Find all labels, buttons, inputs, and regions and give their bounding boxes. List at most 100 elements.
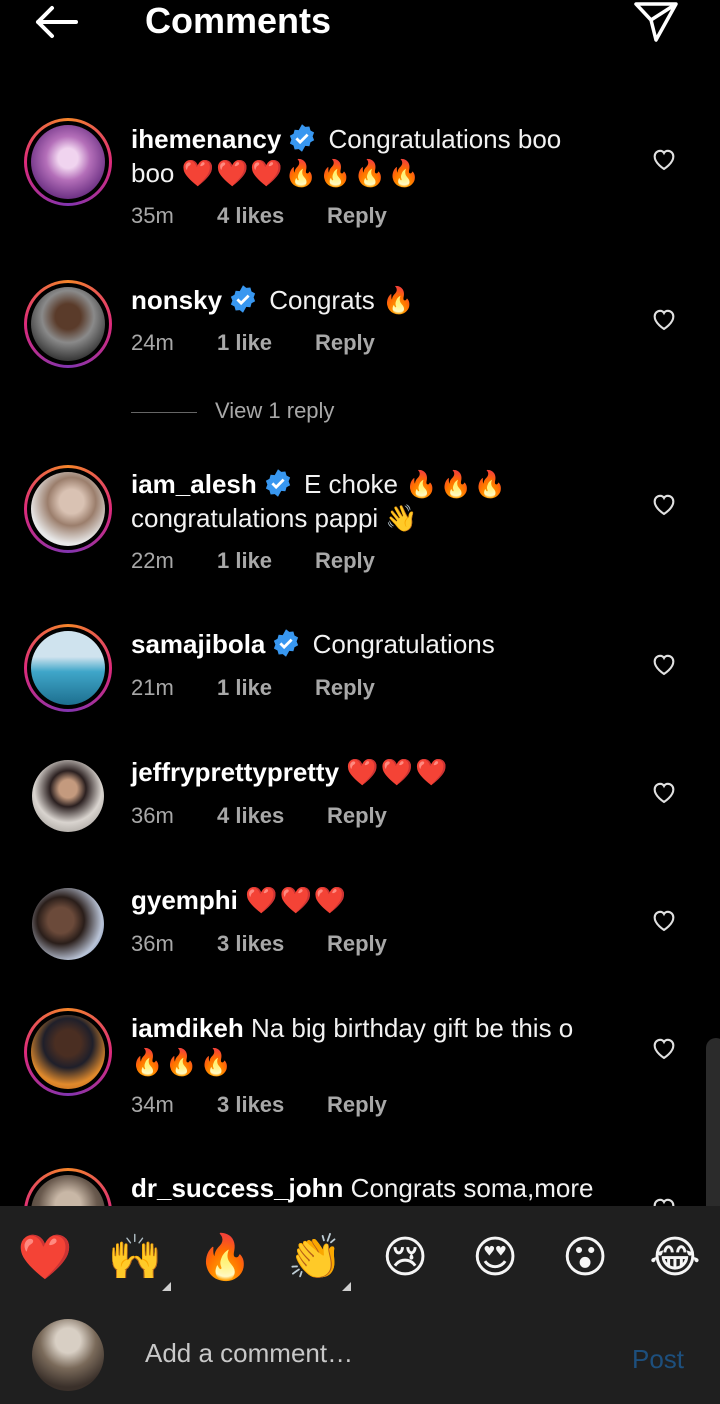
comment-emojis: 🔥 xyxy=(382,285,417,315)
comment-text: samajibola Congratulations xyxy=(131,627,611,661)
comment-meta: 36m 4 likes Reply xyxy=(131,801,387,831)
comment-text: iam_alesh E choke 🔥🔥🔥 congratulations pa… xyxy=(131,467,611,535)
heart-icon[interactable] xyxy=(650,1194,678,1206)
comment-time: 34m xyxy=(131,1092,174,1117)
like-count[interactable]: 4 likes xyxy=(217,801,327,831)
verified-badge-icon xyxy=(265,469,290,497)
verified-badge-icon xyxy=(290,124,315,152)
skin-tone-indicator xyxy=(342,1282,351,1291)
heart-icon[interactable] xyxy=(650,490,678,518)
like-count[interactable]: 3 likes xyxy=(217,929,327,959)
reaction-clapping[interactable]: 👏 xyxy=(285,1228,345,1288)
like-count[interactable]: 1 like xyxy=(217,673,315,703)
verified-badge-icon xyxy=(230,285,256,313)
reply-button[interactable]: Reply xyxy=(327,1090,387,1120)
avatar[interactable] xyxy=(24,624,112,712)
reaction-fire[interactable]: 🔥 xyxy=(195,1228,255,1288)
avatar[interactable] xyxy=(24,1008,112,1096)
comment-message: Congrats xyxy=(269,285,375,315)
comment-input[interactable] xyxy=(145,1338,585,1369)
reaction-raising-hands[interactable]: 🙌 xyxy=(105,1228,165,1288)
view-replies-label: View 1 reply xyxy=(215,398,335,423)
comment-emojis-line2: 👋 xyxy=(385,503,420,533)
avatar[interactable] xyxy=(24,465,112,553)
like-count[interactable]: 3 likes xyxy=(217,1090,327,1120)
heart-icon[interactable] xyxy=(650,650,678,678)
username[interactable]: jeffryprettypretty xyxy=(131,757,339,787)
comments-list: ihemenancy Congratulations boo boo ❤️❤️❤… xyxy=(0,0,720,1206)
avatar[interactable] xyxy=(24,280,112,368)
comment-meta: 35m 4 likes Reply xyxy=(131,201,387,231)
avatar[interactable] xyxy=(24,118,112,206)
reply-button[interactable]: Reply xyxy=(315,673,375,703)
heart-icon[interactable] xyxy=(650,1034,678,1062)
comment-message-line2: congratulations pappi xyxy=(131,503,379,533)
username[interactable]: samajibola xyxy=(131,629,265,659)
reply-button[interactable]: Reply xyxy=(327,801,387,831)
comment-text: nonsky Congrats 🔥 xyxy=(131,283,611,317)
current-user-avatar xyxy=(32,1319,104,1391)
comment-emojis: ❤️❤️❤️ xyxy=(245,885,349,915)
like-count[interactable]: 1 like xyxy=(217,546,315,576)
comment-text: ihemenancy Congratulations boo boo ❤️❤️❤… xyxy=(131,122,611,190)
reaction-crying[interactable]: 😢 xyxy=(375,1228,435,1288)
avatar[interactable] xyxy=(24,1168,112,1206)
post-button[interactable]: Post xyxy=(632,1344,684,1375)
verified-badge-icon xyxy=(274,629,299,657)
reaction-surprised[interactable]: 😮 xyxy=(555,1228,615,1288)
username[interactable]: nonsky xyxy=(131,285,222,315)
comment-meta: 24m 1 like Reply xyxy=(131,328,375,358)
comment-time: 36m xyxy=(131,803,174,828)
comment-text: gyemphi ❤️❤️❤️ xyxy=(131,883,611,917)
comment-emojis: 🔥🔥🔥 xyxy=(131,1047,235,1077)
reply-button[interactable]: Reply xyxy=(315,546,375,576)
comment-emojis: ❤️❤️❤️ xyxy=(346,757,450,787)
reply-button[interactable]: Reply xyxy=(327,929,387,959)
avatar[interactable] xyxy=(32,760,104,832)
reply-button[interactable]: Reply xyxy=(315,328,375,358)
view-replies-button[interactable]: View 1 reply xyxy=(131,398,334,428)
reaction-heart[interactable]: ❤️ xyxy=(15,1228,75,1288)
comment-time: 36m xyxy=(131,931,174,956)
comment-text: jeffryprettypretty ❤️❤️❤️ xyxy=(131,755,611,789)
comment-emojis: ❤️❤️❤️🔥🔥🔥🔥 xyxy=(181,158,423,188)
heart-icon[interactable] xyxy=(650,305,678,333)
comment-time: 35m xyxy=(131,203,174,228)
username[interactable]: ihemenancy xyxy=(131,124,281,154)
comment-meta: 36m 3 likes Reply xyxy=(131,929,387,959)
comment-time: 21m xyxy=(131,675,174,700)
comment-message: Congratulations xyxy=(312,629,495,659)
comment-meta: 22m 1 like Reply xyxy=(131,546,375,576)
heart-icon[interactable] xyxy=(650,906,678,934)
comment-text: dr_success_john Congrats soma,more xyxy=(131,1171,611,1205)
avatar[interactable] xyxy=(32,888,104,960)
comment-time: 24m xyxy=(131,330,174,355)
comment-message: Congrats soma,more xyxy=(350,1173,594,1203)
divider xyxy=(131,411,197,413)
username[interactable]: dr_success_john xyxy=(131,1173,343,1203)
reply-button[interactable]: Reply xyxy=(327,201,387,231)
reaction-laughing[interactable]: 😂 xyxy=(645,1228,705,1288)
reaction-heart-eyes[interactable]: 😍 xyxy=(465,1228,525,1288)
skin-tone-indicator xyxy=(162,1282,171,1291)
like-count[interactable]: 1 like xyxy=(217,328,315,358)
comment-message: Na big birthday gift be this o xyxy=(250,1013,574,1043)
comment-meta: 34m 3 likes Reply xyxy=(131,1090,387,1120)
comment-emojis: 🔥🔥🔥 xyxy=(405,469,509,499)
username[interactable]: iam_alesh xyxy=(131,469,257,499)
heart-icon[interactable] xyxy=(650,778,678,806)
comment-text: iamdikeh Na big birthday gift be this o … xyxy=(131,1011,611,1079)
send-icon[interactable] xyxy=(630,0,682,46)
comment-meta: 21m 1 like Reply xyxy=(131,673,375,703)
quick-reactions-bar: ❤️ 🙌 🔥 👏 😢 😍 😮 😂 xyxy=(0,1206,720,1314)
back-arrow-icon[interactable] xyxy=(28,0,84,44)
username[interactable]: gyemphi xyxy=(131,885,238,915)
comment-composer: Post xyxy=(0,1314,720,1404)
heart-icon[interactable] xyxy=(650,145,678,173)
comment-time: 22m xyxy=(131,548,174,573)
page-title: Comments xyxy=(145,0,332,41)
username[interactable]: iamdikeh xyxy=(131,1013,244,1043)
like-count[interactable]: 4 likes xyxy=(217,201,327,231)
comment-message: E choke xyxy=(303,469,398,499)
header: Comments xyxy=(0,0,720,60)
